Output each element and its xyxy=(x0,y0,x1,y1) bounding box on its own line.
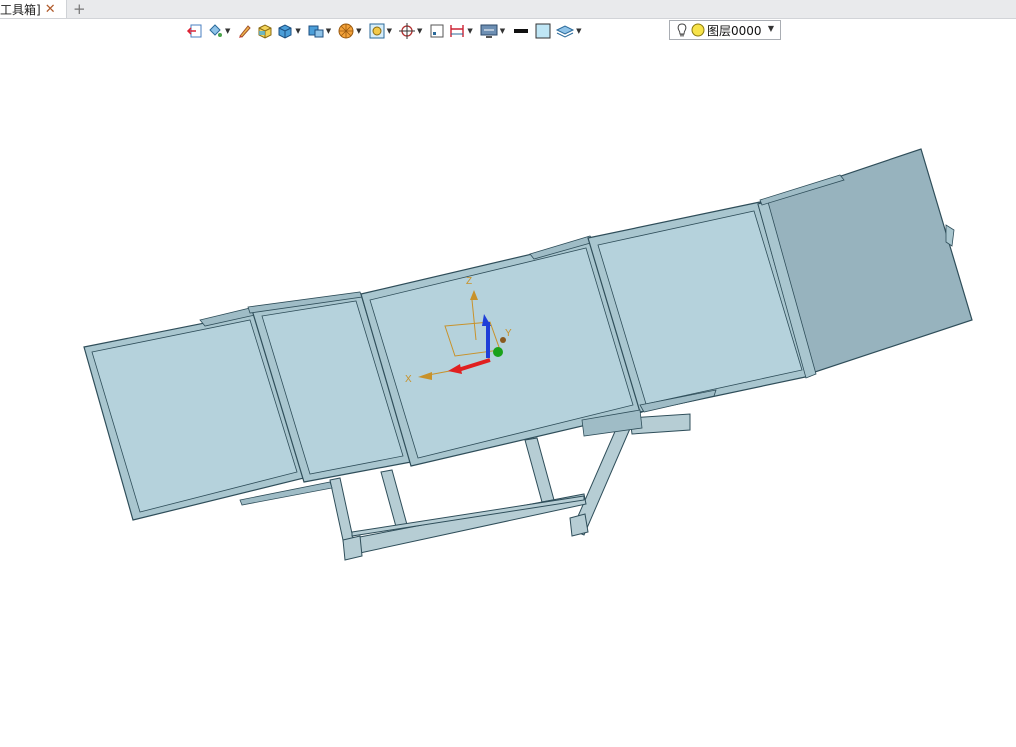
lightbulb-icon[interactable] xyxy=(675,22,689,38)
cad-model: X Y Z xyxy=(83,148,973,561)
toolbar: ▼ ▼ ▼ ▼ ▼ ▼ ▼ ▼ ▼ xyxy=(186,20,588,42)
line-weight-icon[interactable] xyxy=(511,20,531,42)
square-frame-icon[interactable] xyxy=(428,20,446,42)
dimension-icon[interactable]: ▼ xyxy=(448,20,476,42)
axis-label-x: X xyxy=(405,374,412,385)
tab-toolbox[interactable]: 工具箱] ✕ xyxy=(0,0,67,18)
axis-label-z: Z xyxy=(466,276,472,287)
chevron-down-icon[interactable]: ▼ xyxy=(768,24,774,33)
fill-color-icon[interactable] xyxy=(533,20,553,42)
crosshair-icon[interactable]: ▼ xyxy=(398,20,426,42)
paint-bucket-icon[interactable]: ▼ xyxy=(206,20,234,42)
chevron-down-icon[interactable]: ▼ xyxy=(356,27,361,35)
chevron-down-icon[interactable]: ▼ xyxy=(576,27,581,35)
exit-icon[interactable] xyxy=(186,20,204,42)
layer-name: 图层0000 xyxy=(707,23,762,38)
chevron-down-icon[interactable]: ▼ xyxy=(225,27,230,35)
cube-blue-icon[interactable]: ▼ xyxy=(276,20,304,42)
chevron-down-icon[interactable]: ▼ xyxy=(467,27,472,35)
close-icon[interactable]: ✕ xyxy=(45,3,56,16)
render-box-icon[interactable]: ▼ xyxy=(368,20,396,42)
layer-select[interactable]: 图层0000 ▼ xyxy=(669,20,781,40)
add-tab-icon[interactable]: + xyxy=(73,0,86,18)
3d-viewport[interactable]: X Y Z xyxy=(0,44,1016,743)
tab-bar: 工具箱] ✕ + xyxy=(0,0,1016,19)
chevron-down-icon[interactable]: ▼ xyxy=(326,27,331,35)
pencil-icon[interactable] xyxy=(236,20,254,42)
star-tool-icon[interactable]: ▼ xyxy=(337,20,365,42)
tab-label: 工具箱] xyxy=(0,2,41,17)
chevron-down-icon[interactable]: ▼ xyxy=(500,27,505,35)
chevron-down-icon[interactable]: ▼ xyxy=(295,27,300,35)
cube-yellow-icon[interactable] xyxy=(256,20,274,42)
layer-stack-icon[interactable]: ▼ xyxy=(555,20,585,42)
chevron-down-icon[interactable]: ▼ xyxy=(417,27,422,35)
blocks-icon[interactable]: ▼ xyxy=(307,20,335,42)
layer-color-icon[interactable] xyxy=(691,23,705,37)
monitor-icon[interactable]: ▼ xyxy=(479,20,509,42)
axis-label-y: Y xyxy=(505,328,512,339)
chevron-down-icon[interactable]: ▼ xyxy=(387,27,392,35)
